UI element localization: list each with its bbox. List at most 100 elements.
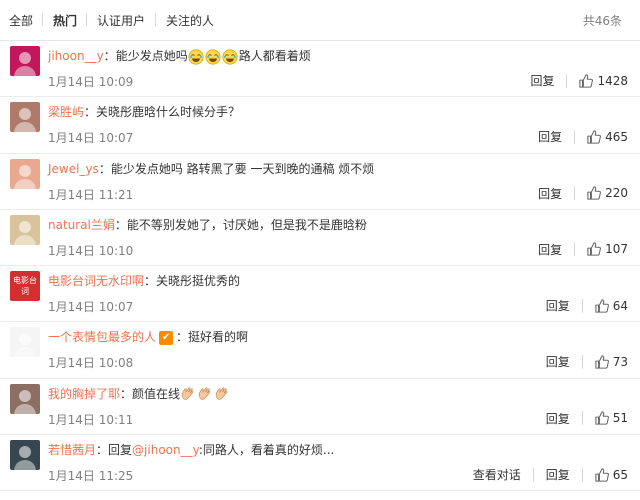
username-link[interactable]: 一个表情包最多的人 [48,330,156,344]
like-button[interactable]: 1428 [579,74,628,88]
comment-item: 若惜茜月：回复@jihoon__y:同路人，看着真的好烦... 1月14日 11:… [0,435,640,492]
avatar[interactable] [10,440,40,471]
clap-emoji-icon [214,387,231,401]
avatar[interactable] [10,102,40,133]
username-link[interactable]: 电影台词无水印啊 [48,274,144,288]
avatar[interactable] [10,383,40,414]
reply-button[interactable]: 回复 [538,241,562,258]
comment-text: 颜值在线 [132,386,181,401]
comment-text: 回复 [108,443,133,458]
reply-button[interactable]: 回复 [530,72,554,89]
like-count: 465 [605,129,628,144]
comment-actions: 回复 220 [538,185,628,202]
reply-button[interactable]: 回复 [546,353,570,370]
comment-body: 电影台词无水印啊：关晓彤挺优秀的 [48,271,630,291]
tab-following[interactable]: 关注的人 [166,12,214,29]
avatar-text: 电影台词 [10,271,40,302]
comment-actions: 回复 64 [546,297,628,314]
avatar[interactable] [10,327,40,358]
like-count: 51 [612,411,628,426]
comment-item: natural兰娟：能不等别发她了，讨厌她，但是我不是鹿晗粉 1月14日 10:1… [0,210,640,267]
like-count: 64 [612,298,628,313]
comment-timestamp: 1月14日 11:21 [48,187,134,202]
comment-actions: 回复 465 [538,128,628,145]
comment-text-continued: :同路人，看着真的好烦... [198,443,335,458]
comment-actions: 回复 1428 [530,72,628,89]
reply-button[interactable]: 回复 [538,185,562,202]
comment-timestamp: 1月14日 10:07 [48,300,134,315]
like-count: 65 [612,467,628,482]
avatar[interactable]: 电影台词 [10,271,40,302]
like-count: 107 [605,242,628,257]
action-divider [574,186,576,201]
view-conversation-button[interactable]: 查看对话 [473,466,521,483]
action-divider [566,73,568,88]
comment-body: jihoon__y：能少发点她吗 路人都看着烦 [48,46,630,66]
tab-verified[interactable]: 认证用户 [97,12,145,29]
mention-link[interactable]: @jihoon__y [132,443,199,457]
thumbs-up-icon [595,299,613,313]
tab-divider [86,13,87,26]
tab-all[interactable]: 全部 [9,12,33,29]
comment-item: 电影台词 电影台词无水印啊：关晓彤挺优秀的 1月14日 10:07 回复 64 [0,266,640,323]
comment-text: 挺好看的啊 [188,330,249,345]
like-button[interactable]: 465 [587,130,628,144]
comment-body: 一个表情包最多的人 ✔ ：挺好看的啊 [48,327,630,347]
like-button[interactable]: 73 [595,355,628,369]
avatar[interactable] [10,158,40,189]
comment-count: 共46条 [582,14,622,28]
action-divider [581,298,583,313]
like-button[interactable]: 64 [595,299,628,313]
username-link[interactable]: 梁胜屿 [48,105,84,119]
thumbs-up-icon [587,186,605,200]
comment-timestamp: 1月14日 11:25 [48,469,134,484]
like-button[interactable]: 220 [587,186,628,200]
thumbs-up-icon [595,411,613,425]
reply-button[interactable]: 回复 [538,128,562,145]
comment-actions: 回复 73 [546,353,628,370]
clap-emoji-icon [197,387,214,401]
like-count: 220 [605,186,628,201]
comment-actions: 查看对话 回复 65 [473,466,628,483]
thumbs-up-icon [595,355,613,369]
comment-filter-tabs: 全部 热门 认证用户 关注的人 共46条 [0,0,640,41]
like-count: 73 [612,354,628,369]
username-link[interactable]: Jewel_ys [48,162,99,176]
comment-timestamp: 1月14日 10:11 [48,412,134,427]
colon-separator: ： [176,330,189,345]
username-link[interactable]: natural兰娟 [48,218,115,232]
action-divider [574,129,576,144]
reply-button[interactable]: 回复 [546,410,570,427]
colon-separator: ： [84,105,97,120]
comment-item: 梁胜屿：关晓彤鹿晗什么时候分手？ 1月14日 10:07 回复 465 [0,97,640,154]
username-link[interactable]: jihoon__y [48,49,104,63]
thumbs-up-icon [595,467,613,482]
comment-actions: 回复 51 [546,410,628,427]
avatar[interactable] [10,46,40,76]
comment-item: 一个表情包最多的人 ✔ ：挺好看的啊 1月14日 10:08 回复 73 [0,322,640,379]
like-count: 1428 [597,73,628,88]
username-link[interactable]: 若惜茜月 [48,443,96,457]
comment-text-continued: 路人都看着烦 [238,49,311,63]
comment-timestamp: 1月14日 10:10 [48,243,134,258]
colon-separator: ： [103,49,116,63]
thumbs-up-icon [587,242,605,257]
like-button[interactable]: 65 [595,468,628,482]
avatar[interactable] [10,214,40,245]
comment-item: jihoon__y：能少发点她吗 路人都看着烦 1月14日 10:09 回复 1428 [0,41,640,98]
comment-timestamp: 1月14日 10:09 [48,75,134,89]
like-button[interactable]: 107 [587,242,628,256]
comment-body: natural兰娟：能不等别发她了，讨厌她，但是我不是鹿晗粉 [48,215,630,235]
thumbs-up-icon [579,73,597,88]
comment-timestamp: 1月14日 10:08 [48,356,134,371]
username-link[interactable]: 我的胸掉了耶 [48,387,120,401]
tab-hot[interactable]: 热门 [53,12,77,29]
like-button[interactable]: 51 [595,411,628,425]
tab-divider [42,13,43,26]
colon-separator: ： [96,443,109,458]
reply-button[interactable]: 回复 [546,297,570,314]
clap-emoji-icon [180,387,197,401]
reply-button[interactable]: 回复 [546,466,570,483]
comment-item: 我的胸掉了耶：颜值在线 1月14日 10:11 回复 51 [0,379,640,436]
colon-separator: ： [120,386,133,401]
